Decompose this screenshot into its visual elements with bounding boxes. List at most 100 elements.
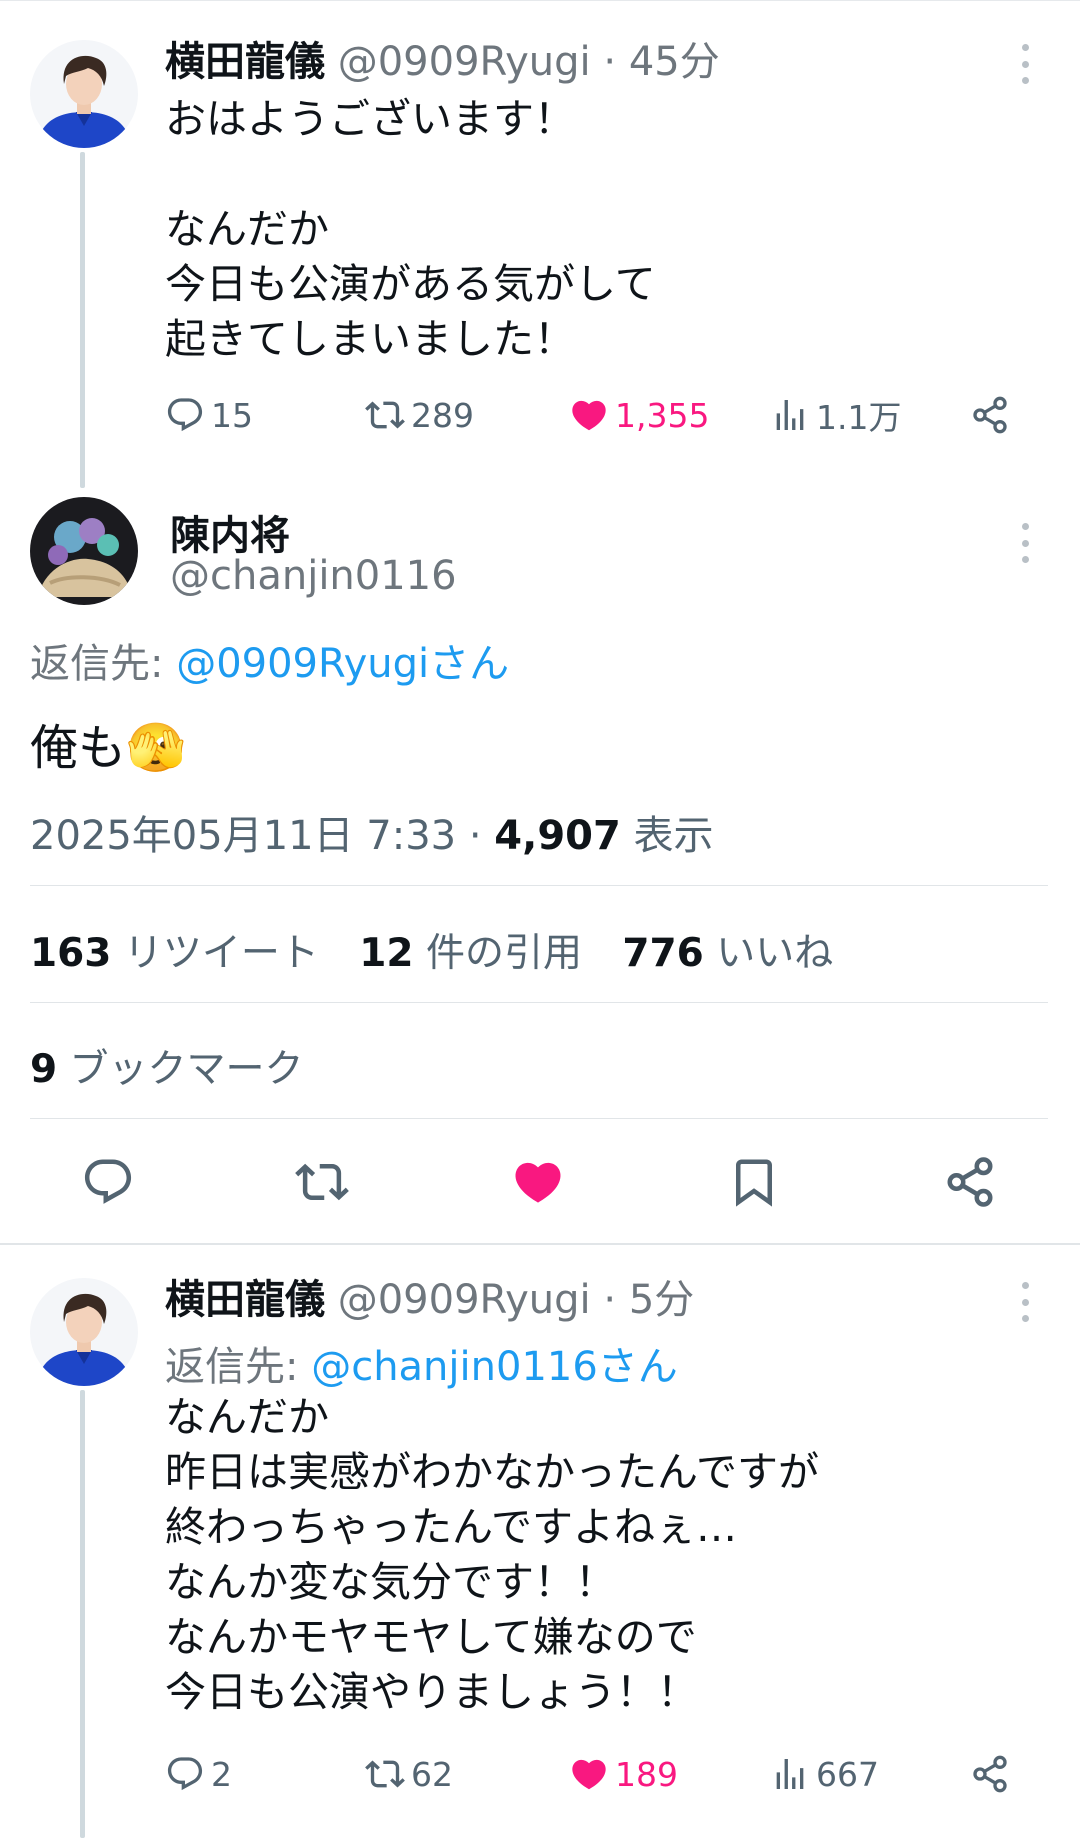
thread-line <box>80 152 85 488</box>
divider <box>30 1118 1048 1119</box>
reply-to-label: 返信先: <box>165 1344 299 1390</box>
avatar-image <box>30 40 138 148</box>
timestamp[interactable]: 5分 <box>629 1277 694 1323</box>
tweet-header: 横田龍儀 @0909Ryugi · 5分 <box>165 1276 694 1324</box>
like-button[interactable]: 1,355 <box>569 393 709 437</box>
more-options-icon[interactable] <box>1015 523 1035 563</box>
quotes-label: 件の引用 <box>425 931 582 976</box>
avatar[interactable] <box>30 497 138 605</box>
tweet-line: 起きてしまいました！ <box>165 315 575 363</box>
tweet-line: おはようございます！ <box>165 95 575 143</box>
main-tweet-text: 俺も🫣 <box>30 708 186 778</box>
share-button[interactable] <box>970 393 1016 437</box>
timestamp[interactable]: 45分 <box>629 39 720 85</box>
share-button[interactable] <box>970 1752 1016 1796</box>
retweet-count: 289 <box>411 395 474 435</box>
retweet-icon <box>365 395 405 435</box>
reply-button[interactable] <box>81 1155 135 1209</box>
peeking-face-emoji: 🫣 <box>126 720 186 776</box>
views-button[interactable]: 667 <box>770 1752 879 1796</box>
tweet-text: おはようございます！ なんだか 今日も公演がある気がして 起きてしまいました！ <box>165 92 656 367</box>
like-count: 189 <box>615 1754 678 1794</box>
like-button[interactable]: 189 <box>569 1752 678 1796</box>
tweet-line: 今日も公演がある気がして <box>165 260 656 308</box>
likes-stat[interactable]: 776 いいね <box>622 931 833 976</box>
display-name[interactable]: 横田龍儀 <box>165 1277 325 1323</box>
heart-icon <box>511 1155 565 1209</box>
reply-icon <box>165 395 205 435</box>
reply-to: 返信先: @0909Ryugiさん <box>30 631 509 689</box>
separator-dot: · <box>603 39 617 85</box>
like-button[interactable] <box>511 1155 565 1209</box>
bookmark-button[interactable] <box>727 1155 781 1209</box>
divider <box>30 885 1048 886</box>
reply-count: 2 <box>211 1754 232 1794</box>
reply-icon <box>165 1754 205 1794</box>
reply-to-user-link[interactable]: @chanjin0116さん <box>311 1344 678 1390</box>
views-button[interactable]: 1.1万 <box>770 393 901 437</box>
action-bar: 15 289 1,355 1.1万 <box>165 393 1035 437</box>
tweet-line: なんだか <box>165 1393 329 1441</box>
heart-icon <box>569 1754 609 1794</box>
share-icon <box>943 1155 997 1209</box>
bookmark-icon <box>727 1155 781 1209</box>
post-datetime[interactable]: 2025年05月11日 7:33 <box>30 813 456 859</box>
retweets-count: 163 <box>30 931 112 976</box>
quotes-stat[interactable]: 12 件の引用 <box>359 931 582 976</box>
views-label: 表示 <box>633 813 714 859</box>
tweet-line: 終わっちゃったんですよねぇ… <box>165 1503 737 1551</box>
divider <box>30 1002 1048 1003</box>
tweet-line <box>165 147 656 202</box>
views-count: 1.1万 <box>816 398 902 437</box>
more-options-icon[interactable] <box>1015 44 1035 84</box>
tweet-text: 俺も <box>30 720 127 776</box>
timestamp-line: 2025年05月11日 7:33 · 4,907 表示 <box>30 803 714 861</box>
more-options-icon[interactable] <box>1015 1282 1035 1322</box>
likes-label: いいね <box>716 931 834 976</box>
retweet-count: 62 <box>411 1754 453 1794</box>
bookmarks-label: ブックマーク <box>69 1047 304 1092</box>
action-bar: 2 62 189 667 <box>165 1752 1035 1796</box>
reply-to-user-link[interactable]: @0909Ryugiさん <box>176 641 509 687</box>
tweet-line: 今日も公演やりましょう！！ <box>165 1668 698 1716</box>
share-button[interactable] <box>943 1155 997 1209</box>
reply-to: 返信先: @chanjin0116さん <box>165 1334 678 1392</box>
reply-button[interactable]: 15 <box>165 393 253 437</box>
user-handle[interactable]: @chanjin0116 <box>170 553 457 599</box>
quotes-count: 12 <box>359 931 414 976</box>
retweets-label: リツイート <box>123 931 319 976</box>
retweet-button[interactable]: 62 <box>365 1752 453 1796</box>
bookmarks-count: 9 <box>30 1047 58 1092</box>
section-divider <box>0 1243 1080 1245</box>
heart-icon <box>569 395 609 435</box>
reply-count: 15 <box>211 395 253 435</box>
like-count: 1,355 <box>615 395 710 435</box>
tweet-line: 昨日は実感がわかなかったんですが <box>165 1448 819 1496</box>
reply-button[interactable]: 2 <box>165 1752 232 1796</box>
likes-count: 776 <box>622 931 704 976</box>
views-icon <box>770 1754 810 1794</box>
tweet-text: なんだか 昨日は実感がわかなかったんですが 終わっちゃったんですよねぇ… なんか… <box>165 1390 819 1720</box>
retweet-button[interactable]: 289 <box>365 393 474 437</box>
bookmarks-stat[interactable]: 9 ブックマーク <box>30 1038 304 1094</box>
user-handle[interactable]: @0909Ryugi <box>338 39 591 85</box>
separator-dot: · <box>603 1277 617 1323</box>
retweet-icon <box>295 1155 349 1209</box>
user-handle[interactable]: @0909Ryugi <box>338 1277 591 1323</box>
reply-to-label: 返信先: <box>30 641 164 687</box>
avatar[interactable] <box>30 1278 138 1386</box>
views-count: 667 <box>816 1754 879 1794</box>
views-icon <box>770 395 810 435</box>
tweet-header: 横田龍儀 @0909Ryugi · 45分 <box>165 38 720 86</box>
avatar[interactable] <box>30 40 138 148</box>
avatar-image <box>30 1278 138 1386</box>
avatar-image <box>30 497 138 605</box>
share-icon <box>970 1754 1010 1794</box>
tweet-line: なんかモヤモヤして嫌なので <box>165 1613 697 1661</box>
display-name[interactable]: 横田龍儀 <box>165 39 325 85</box>
tweet-line: なんだか <box>165 205 329 253</box>
separator-dot: · <box>468 813 482 859</box>
thread-line <box>80 1390 85 1838</box>
retweets-stat[interactable]: 163 リツイート <box>30 931 319 976</box>
retweet-button[interactable] <box>295 1155 349 1209</box>
